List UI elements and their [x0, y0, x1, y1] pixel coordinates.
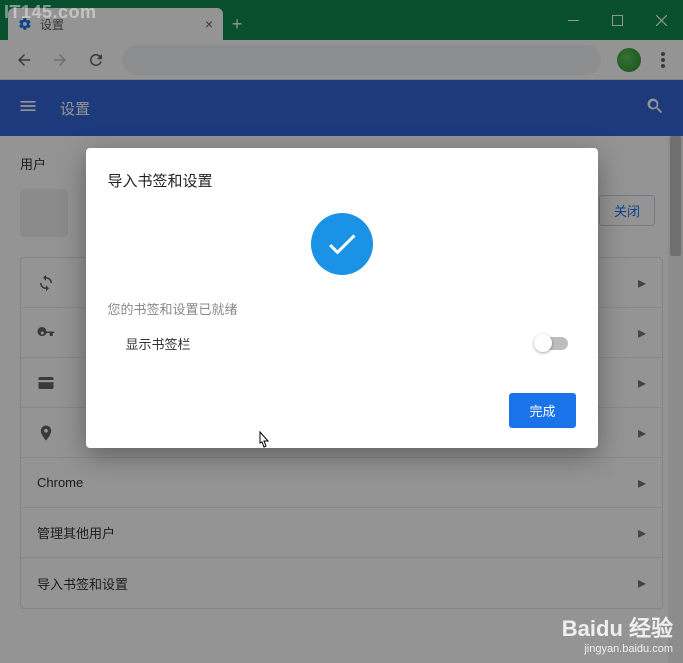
dialog-status-text: 您的书签和设置已就绪: [108, 299, 576, 318]
check-circle-icon: [311, 213, 373, 275]
watermark-bottom-right: Baidu 经验 jingyan.baidu.com: [562, 611, 673, 655]
option-label: 显示书签栏: [126, 334, 536, 353]
watermark-main: Baidu 经验: [562, 611, 673, 643]
modal-overlay: 导入书签和设置 您的书签和设置已就绪 显示书签栏 完成: [0, 0, 683, 663]
watermark-sub: jingyan.baidu.com: [562, 643, 673, 655]
show-bookmarks-bar-option: 显示书签栏: [108, 334, 576, 353]
success-indicator: [108, 213, 576, 275]
done-button[interactable]: 完成: [509, 393, 575, 428]
import-dialog: 导入书签和设置 您的书签和设置已就绪 显示书签栏 完成: [86, 148, 598, 448]
dialog-actions: 完成: [108, 393, 576, 428]
watermark-top-left: IT145.com: [4, 2, 97, 23]
dialog-title: 导入书签和设置: [108, 170, 576, 191]
toggle-switch[interactable]: [536, 337, 568, 350]
